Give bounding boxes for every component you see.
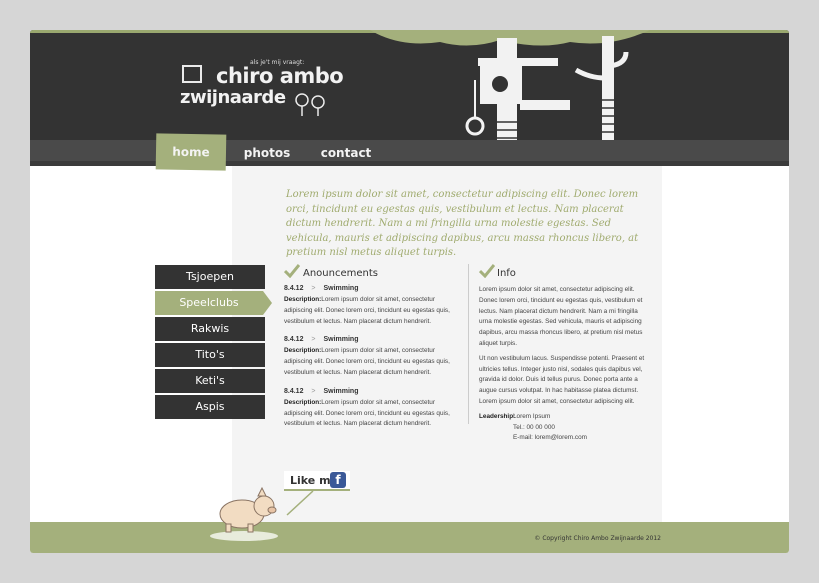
description-label: Description: — [284, 296, 322, 303]
sidebar-item-speelclubs[interactable]: Speelclubs — [155, 291, 272, 315]
announcement-item: 8.4.12 > Swimming Description:Lorem ipsu… — [284, 285, 459, 327]
chevron-right-icon: > — [311, 285, 316, 292]
description-label: Description: — [284, 347, 322, 355]
intro-text: Lorem ipsum dolor sit amet, consectetur … — [286, 189, 639, 258]
logo-kids-icon — [295, 93, 325, 116]
sidebar-item-aspis[interactable]: Aspis — [155, 395, 265, 419]
sidebar-item-ketis[interactable]: Keti's — [155, 369, 265, 393]
logo-name-line2: zwijnaarde — [180, 87, 286, 108]
announcement-header: 8.4.12 > Swimming — [284, 285, 459, 292]
info-check-icon — [479, 264, 495, 278]
site-header: als je't mij vraagt: chiro ambo zwijnaar… — [30, 30, 789, 166]
announcement-description: Description:Lorem ipsum dolor sit amet, … — [284, 346, 459, 378]
leadership-name: Lorem Ipsum — [513, 412, 551, 420]
announcement-header: 8.4.12 > Swimming — [284, 336, 459, 343]
site-footer: © Copyright Chiro Ambo Zwijnaarde 2012 — [30, 522, 789, 553]
leadership-values: Lorem Ipsum Tel.: 00 00 000 E-mail: lore… — [513, 412, 587, 444]
announcement-item: 8.4.12 > Swimming Description:Lorem ipsu… — [284, 336, 459, 378]
sidebar-item-titos[interactable]: Tito's — [155, 343, 265, 367]
announcement-item: 8.4.12 > Swimming Description:Lorem ipsu… — [284, 388, 459, 430]
nav-tab-photos[interactable]: photos — [235, 141, 299, 167]
nav-tab-contact[interactable]: contact — [313, 141, 379, 167]
sidebar-item-rakwis[interactable]: Rakwis — [155, 317, 265, 341]
leadership-label: Leadership: — [479, 412, 516, 420]
column-divider — [468, 264, 469, 424]
announcements-list: 8.4.12 > Swimming Description:Lorem ipsu… — [284, 285, 459, 439]
announcement-description: Description:Lorem ipsum dolor sit amet, … — [284, 295, 459, 327]
facebook-icon: f — [330, 472, 346, 488]
announcement-date: 8.4.12 — [284, 336, 304, 344]
page-frame: als je't mij vraagt: chiro ambo zwijnaar… — [30, 30, 789, 553]
announcement-date: 8.4.12 — [284, 387, 304, 395]
leadership-tel: Tel.: 00 00 000 — [513, 423, 555, 431]
info-paragraph: Ut non vestibulum lacus. Suspendisse pot… — [479, 354, 645, 405]
announcements-check-icon — [284, 264, 300, 278]
sidebar-item-tsjoepen[interactable]: Tsjoepen — [155, 265, 265, 289]
logo-emblem-icon — [182, 65, 202, 83]
announcement-date: 8.4.12 — [284, 285, 304, 292]
nav-tab-home[interactable]: home — [155, 133, 227, 171]
announcement-header: 8.4.12 > Swimming — [284, 388, 459, 395]
leadership-email[interactable]: E-mail: lorem@lorem.com — [513, 433, 587, 444]
announcements-title: Anouncements — [303, 268, 378, 279]
leadership-block: Leadership: Lorem Ipsum Tel.: 00 00 000 … — [479, 412, 651, 444]
sidebar-nav: Tsjoepen Speelclubs Rakwis Tito's Keti's… — [155, 265, 272, 421]
info-section: Lorem ipsum dolor sit amet, consectetur … — [479, 285, 651, 444]
chevron-right-icon: > — [311, 387, 316, 395]
speech-tail — [286, 491, 314, 516]
logo-name-line1: chiro ambo — [216, 64, 344, 88]
chevron-right-icon: > — [311, 336, 316, 344]
announcement-event: Swimming — [323, 285, 359, 292]
like-button[interactable]: Like me! f — [284, 471, 350, 491]
announcement-description: Description:Lorem ipsum dolor sit amet, … — [284, 398, 459, 430]
announcement-event: Swimming — [323, 336, 359, 344]
info-title: Info — [497, 268, 516, 279]
description-label: Description: — [284, 398, 322, 406]
site-logo[interactable]: als je't mij vraagt: chiro ambo zwijnaar… — [180, 54, 344, 124]
info-paragraph: Lorem ipsum dolor sit amet, consectetur … — [479, 286, 643, 347]
pig-mascot-icon — [210, 486, 278, 541]
announcement-event: Swimming — [323, 387, 359, 395]
copyright-text: © Copyright Chiro Ambo Zwijnaarde 2012 — [534, 535, 661, 542]
